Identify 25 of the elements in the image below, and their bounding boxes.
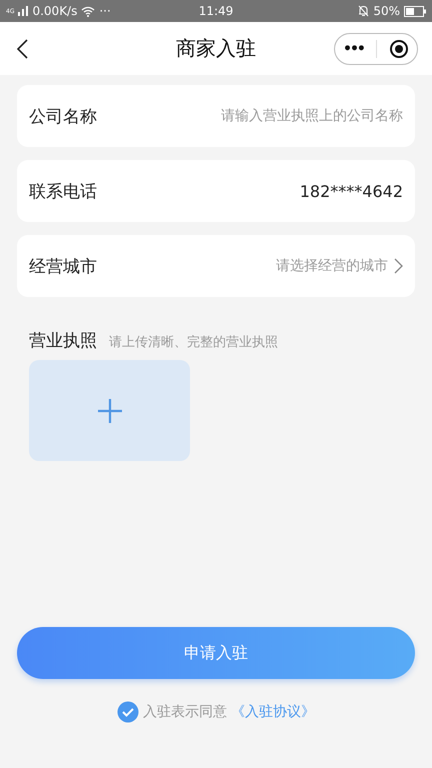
input-field[interactable]: 182****4642: [103, 182, 403, 200]
back-icon[interactable]: [16, 38, 28, 58]
chevron-right-icon: [394, 258, 403, 274]
close-target-icon[interactable]: [388, 38, 409, 58]
field-label: 公司名称: [29, 106, 97, 128]
clock: 11:49: [198, 4, 234, 18]
bell-off-icon: [358, 5, 370, 17]
page-title: 商家入驻: [175, 35, 257, 62]
agreement-text: 入驻表示同意: [143, 703, 227, 721]
more-button[interactable]: •••: [343, 40, 364, 56]
checkbox[interactable]: [117, 701, 139, 723]
field-label: 联系电话: [29, 180, 97, 202]
field-label: 经营城市: [29, 256, 97, 278]
more-indicator: ···: [99, 4, 111, 18]
city-picker[interactable]: 经营城市 请选择经营的城市: [17, 235, 415, 297]
picker-placeholder: 请选择经营的城市: [275, 257, 388, 275]
battery-level: 50%: [373, 4, 400, 18]
upload-hint: 请上传清晰、完整的营业执照: [109, 334, 278, 351]
battery-icon: [404, 6, 426, 16]
section-label: 营业执照: [29, 330, 97, 352]
plus-icon: [98, 398, 122, 422]
wifi-icon: [81, 6, 96, 16]
network-speed: 0.00K/s: [32, 4, 78, 18]
input-field[interactable]: 请输入营业执照上的公司名称: [103, 108, 403, 124]
signal-icon: [18, 6, 28, 16]
